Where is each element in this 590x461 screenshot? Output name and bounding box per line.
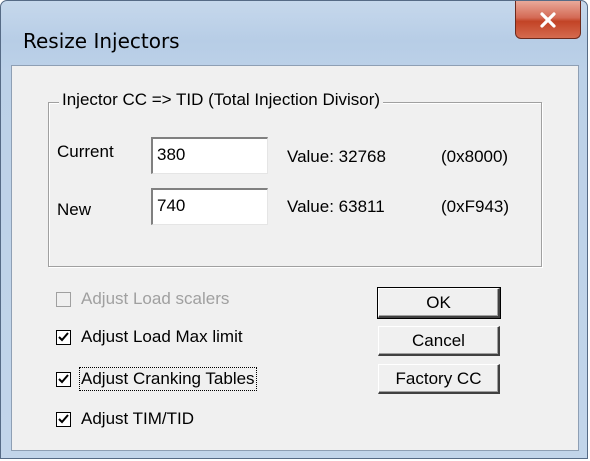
cancel-button[interactable]: Cancel (378, 326, 500, 356)
current-value-text: Value: 32768 (287, 147, 386, 166)
checkbox-label: Adjust Load Max limit (81, 327, 243, 346)
adjust-tim-tid-checkbox[interactable]: Adjust TIM/TID (56, 408, 194, 430)
adjust-cranking-tables-checkbox[interactable]: Adjust Cranking Tables (56, 367, 257, 391)
adjust-load-max-limit-checkbox[interactable]: Adjust Load Max limit (56, 326, 243, 348)
checkbox-label: Adjust Load scalers (81, 289, 230, 308)
checkbox-box[interactable] (56, 371, 71, 387)
new-cc-input[interactable]: 740 (151, 188, 268, 225)
injector-groupbox: Injector CC => TID (Total Injection Divi… (48, 90, 542, 267)
new-label: New (57, 200, 92, 219)
groupbox-label: Injector CC => TID (Total Injection Divi… (59, 90, 384, 110)
title-bar[interactable]: Resize Injectors (1, 1, 587, 61)
checkmark-icon (58, 331, 69, 341)
dialog-window: Resize Injectors Injector CC => TID (Tot… (0, 0, 588, 459)
checkbox-box[interactable] (56, 291, 71, 307)
current-label: Current (57, 142, 114, 161)
ok-button[interactable]: OK (377, 287, 501, 319)
current-cc-input[interactable]: 380 (151, 137, 268, 174)
adjust-load-scalers-checkbox[interactable]: Adjust Load scalers (56, 288, 229, 310)
checkmark-icon (58, 373, 69, 383)
window-title: Resize Injectors (23, 29, 180, 53)
checkbox-box[interactable] (56, 329, 71, 345)
dialog-client-area: Injector CC => TID (Total Injection Divi… (11, 65, 579, 451)
factory-cc-button[interactable]: Factory CC (378, 364, 500, 394)
checkbox-label: Adjust Cranking Tables (79, 367, 257, 391)
checkbox-box[interactable] (56, 411, 71, 427)
close-icon (540, 11, 556, 28)
new-value-text: Value: 63811 (287, 197, 385, 216)
new-hex-text: (0xF943) (441, 197, 510, 216)
close-button[interactable] (515, 1, 581, 39)
current-hex-text: (0x8000) (441, 147, 509, 166)
checkmark-icon (58, 413, 69, 423)
checkbox-label: Adjust TIM/TID (81, 409, 195, 428)
